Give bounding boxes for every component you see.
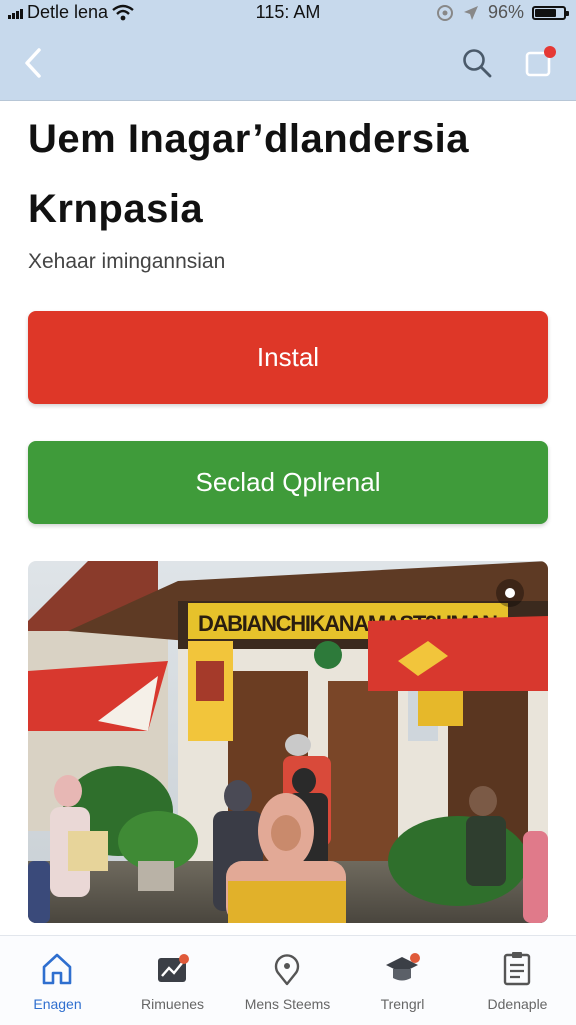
rotation-lock-icon [436, 4, 453, 21]
notification-button[interactable] [518, 42, 560, 84]
tab-trengrl[interactable]: Trengrl [345, 936, 460, 1025]
secondary-action-button[interactable]: Seclad Qplrenal [28, 441, 548, 524]
home-icon [42, 953, 72, 985]
location-pin-icon [274, 954, 300, 986]
tab-label: Mens Steems [244, 996, 331, 1012]
search-button[interactable] [456, 42, 498, 84]
tab-rimuenes[interactable]: Rimuenes [115, 936, 230, 1025]
tab-label: Trengrl [380, 996, 425, 1012]
page-subtitle: Xehaar imingannsian [28, 250, 226, 273]
tab-ddenaple[interactable]: Ddenaple [460, 936, 575, 1025]
hero-photo[interactable]: DABIANCHIKANAMAST2UMAN [28, 561, 548, 923]
status-bar: Detle lena 115: AM 96% [0, 0, 576, 26]
tab-home[interactable]: Enagen [0, 936, 115, 1025]
list-icon [503, 952, 531, 986]
page-title: Uem Inagar’dlandersia Krnpasia [28, 117, 470, 231]
install-button[interactable]: Instal [28, 311, 548, 404]
hero-photo-illustration: DABIANCHIKANAMAST2UMAN [28, 561, 548, 923]
status-right: 96% [436, 2, 569, 23]
tab-label: Ddenaple [487, 996, 548, 1012]
nav-bar [0, 26, 576, 101]
tab-mens-steems[interactable]: Mens Steems [230, 936, 345, 1025]
notification-badge [544, 46, 556, 58]
tab-label: Rimuenes [140, 996, 205, 1012]
back-button[interactable] [12, 42, 54, 84]
location-arrow-icon [463, 5, 478, 20]
chart-icon [158, 954, 189, 982]
bottom-tab-bar: Enagen Rimuenes Mens Steems Trengrl Dden… [0, 935, 576, 1025]
chevron-left-icon [25, 48, 41, 78]
tab-label: Enagen [33, 996, 82, 1012]
battery-icon [532, 5, 569, 20]
battery-percent: 96% [487, 2, 524, 22]
graduation-cap-icon [386, 953, 420, 981]
search-icon [463, 49, 492, 78]
